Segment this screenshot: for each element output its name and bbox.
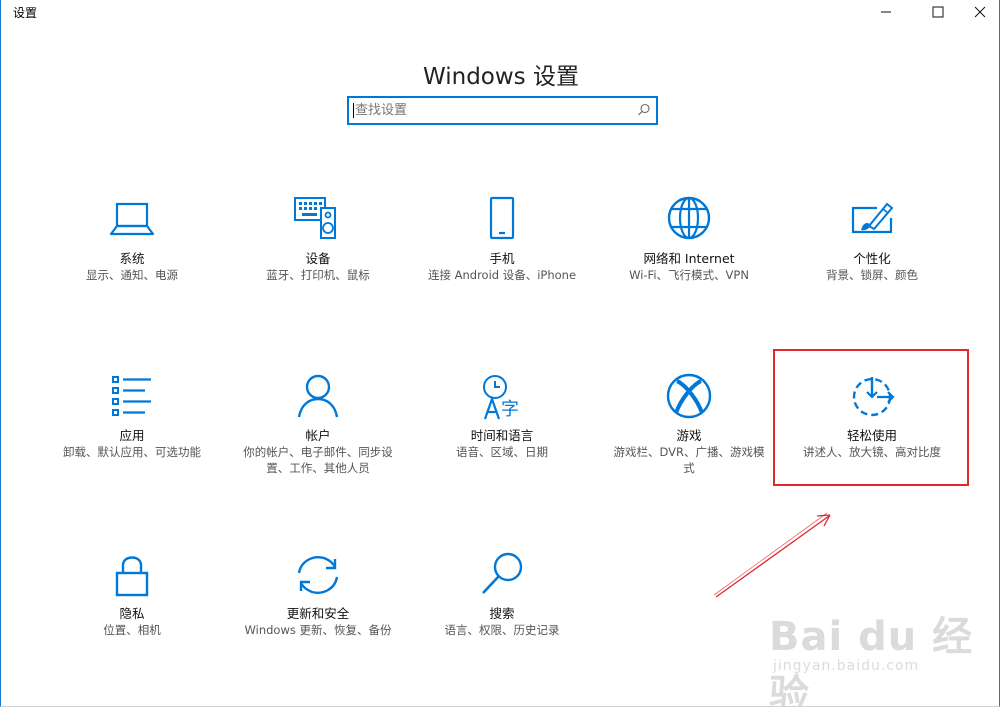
watermark: Bai du 经验 jingyan.baidu.com <box>769 600 989 706</box>
settings-window: 设置 Windows 设置 系统 显示、通知、电源 <box>0 0 1000 707</box>
watermark-url: jingyan.baidu.com <box>773 658 920 674</box>
watermark-brand: Bai du 经验 <box>769 614 974 707</box>
